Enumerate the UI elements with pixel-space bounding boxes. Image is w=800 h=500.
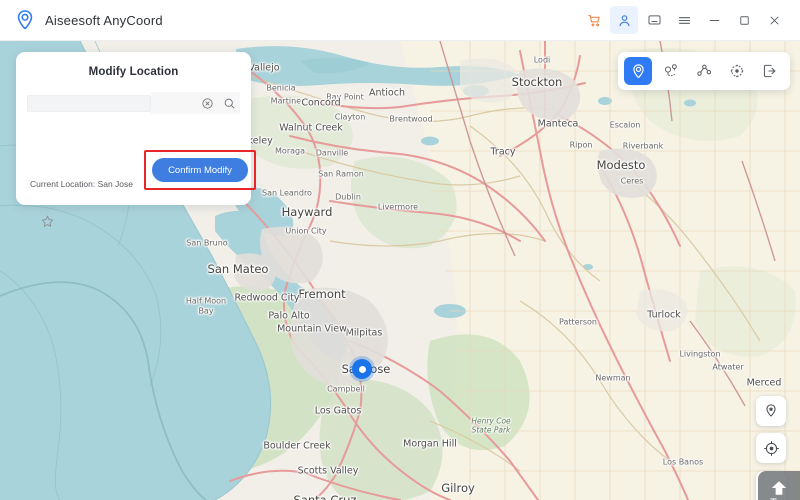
- location-pin-icon: [14, 9, 36, 31]
- app-brand: Aiseesoft AnyCoord: [0, 9, 163, 31]
- mode-toolbar: [618, 52, 790, 90]
- title-bar: Aiseesoft AnyCoord: [0, 0, 800, 41]
- search-icon[interactable]: [218, 92, 240, 114]
- app-window: Aiseesoft AnyCoord: [0, 0, 800, 500]
- scroll-top-label: Top: [770, 497, 788, 500]
- account-icon[interactable]: [610, 6, 638, 34]
- star-icon[interactable]: [38, 212, 56, 230]
- center-map-button[interactable]: [756, 433, 786, 463]
- joystick-mode-button[interactable]: [723, 57, 751, 85]
- feedback-icon[interactable]: [640, 6, 668, 34]
- search-fill: [151, 92, 196, 114]
- minimize-icon[interactable]: [700, 6, 728, 34]
- close-icon[interactable]: [760, 6, 788, 34]
- window-controls: [580, 6, 800, 34]
- current-location-marker: [352, 359, 372, 379]
- one-stop-mode-button[interactable]: [657, 57, 685, 85]
- modify-location-mode-button[interactable]: [624, 57, 652, 85]
- marker-core: [359, 366, 366, 373]
- clear-circle-icon[interactable]: [196, 92, 218, 114]
- current-location-text: Current Location: San Jose: [30, 179, 133, 189]
- exit-button[interactable]: [756, 57, 784, 85]
- panel-title: Modify Location: [16, 52, 251, 78]
- multi-stop-mode-button[interactable]: [690, 57, 718, 85]
- search-row: [27, 92, 240, 114]
- confirm-modify-button[interactable]: Confirm Modify: [152, 158, 248, 182]
- saved-place-button[interactable]: [756, 396, 786, 426]
- cart-icon[interactable]: [580, 6, 608, 34]
- arrow-up-icon: [769, 480, 789, 496]
- app-title: Aiseesoft AnyCoord: [45, 13, 163, 28]
- menu-icon[interactable]: [670, 6, 698, 34]
- scroll-to-top-button[interactable]: Top: [758, 471, 800, 500]
- maximize-icon[interactable]: [730, 6, 758, 34]
- search-input[interactable]: [27, 95, 151, 112]
